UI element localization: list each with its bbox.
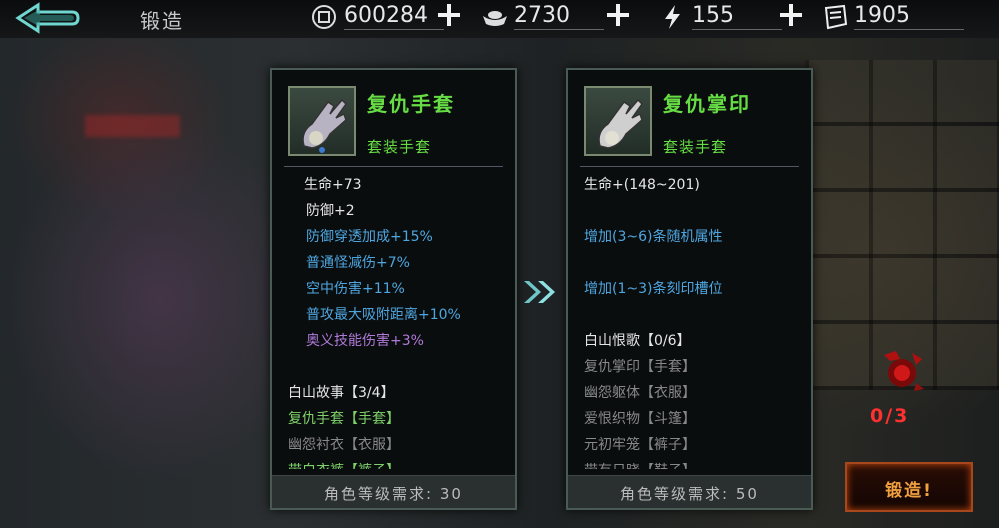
stat-line: 生命+(148~201) bbox=[584, 177, 700, 193]
level-requirement: 角色等级需求: 30 bbox=[272, 475, 515, 508]
add-silver-button[interactable] bbox=[605, 2, 631, 28]
add-coin-button[interactable] bbox=[436, 2, 462, 28]
coin-icon bbox=[312, 5, 336, 29]
glove-icon bbox=[598, 98, 643, 149]
stat-line: 奥义技能伤害+3% bbox=[306, 333, 424, 349]
level-requirement-text: 角色等级需求: 50 bbox=[620, 485, 759, 503]
stat-line: 防御穿透加成+15% bbox=[306, 229, 433, 245]
back-arrow-icon bbox=[15, 2, 80, 34]
item-type: 套装手套 bbox=[663, 138, 728, 156]
forge-material-icon[interactable] bbox=[876, 345, 928, 397]
stat-line: 空中伤害+11% bbox=[306, 281, 405, 297]
material-counter: 0/3 bbox=[870, 405, 910, 427]
back-button[interactable] bbox=[14, 2, 80, 34]
double-chevron-right-icon bbox=[524, 281, 555, 303]
stat-line: 防御+2 bbox=[306, 203, 355, 219]
divider bbox=[580, 166, 799, 167]
set-item: 幽怨衬衣【衣服】 bbox=[288, 437, 400, 453]
ticket-icon bbox=[824, 4, 848, 30]
level-requirement-text: 角色等级需求: 30 bbox=[324, 485, 463, 503]
stat-line: 增加(3~6)条随机属性 bbox=[584, 229, 723, 245]
energy-underline bbox=[692, 29, 782, 30]
page-title: 锻造 bbox=[140, 9, 184, 33]
item-name: 复仇手套 bbox=[367, 92, 455, 116]
stat-line: 生命+73 bbox=[304, 177, 362, 193]
top-bar: 锻造 600284 2730 155 1905 bbox=[0, 0, 999, 38]
glove-item-icon[interactable] bbox=[584, 86, 652, 156]
ticket-value: 1905 bbox=[854, 3, 910, 28]
item-type: 套装手套 bbox=[367, 138, 432, 156]
background-shelf bbox=[805, 60, 999, 390]
set-item: 幽怨躯体【衣服】 bbox=[584, 385, 696, 401]
set-item: 复仇手套【手套】 bbox=[288, 411, 400, 427]
forge-button[interactable]: 锻造! bbox=[845, 462, 973, 512]
coin-underline bbox=[344, 29, 444, 30]
ticket-underline bbox=[854, 29, 964, 30]
set-title: 白山恨歌【0/6】 bbox=[584, 333, 691, 349]
current-item-panel: 复仇手套 套装手套 生命+73 防御+2 防御穿透加成+15% 普通怪减伤+7%… bbox=[270, 68, 517, 510]
lightning-icon bbox=[665, 5, 680, 29]
set-item: 带有日晓【鞋子】 bbox=[584, 460, 696, 469]
stat-line: 增加(1~3)条刻印槽位 bbox=[584, 281, 723, 297]
set-item: 带白衣裤【裤子】 bbox=[288, 460, 400, 469]
forge-button-label: 锻造! bbox=[885, 481, 933, 501]
stat-line: 普通怪减伤+7% bbox=[306, 255, 410, 271]
set-item: 元初牢笼【裤子】 bbox=[584, 437, 696, 453]
silver-underline bbox=[514, 29, 604, 30]
energy-value: 155 bbox=[692, 3, 734, 28]
add-energy-button[interactable] bbox=[778, 2, 804, 28]
divider bbox=[284, 166, 503, 167]
background-sign bbox=[85, 115, 180, 137]
level-requirement: 角色等级需求: 50 bbox=[568, 475, 811, 508]
forged-item-panel: 复仇掌印 套装手套 生命+(148~201) 增加(3~6)条随机属性 增加(1… bbox=[566, 68, 813, 510]
glove-item-icon[interactable] bbox=[288, 86, 356, 156]
silver-ingot-icon bbox=[483, 11, 507, 26]
set-title: 白山故事【3/4】 bbox=[288, 385, 395, 401]
glove-icon bbox=[302, 98, 347, 153]
stat-line: 普攻最大吸附距离+10% bbox=[306, 307, 461, 323]
stats-list[interactable]: 生命+(148~201) 增加(3~6)条随机属性 增加(1~3)条刻印槽位 白… bbox=[584, 174, 809, 469]
set-item: 复仇掌印【手套】 bbox=[584, 359, 696, 375]
coin-value: 600284 bbox=[344, 3, 428, 28]
stats-list[interactable]: 生命+73 防御+2 防御穿透加成+15% 普通怪减伤+7% 空中伤害+11% … bbox=[288, 174, 513, 469]
set-item: 爱恨织物【斗篷】 bbox=[584, 411, 696, 427]
item-name: 复仇掌印 bbox=[663, 92, 751, 116]
silver-value: 2730 bbox=[514, 3, 570, 28]
